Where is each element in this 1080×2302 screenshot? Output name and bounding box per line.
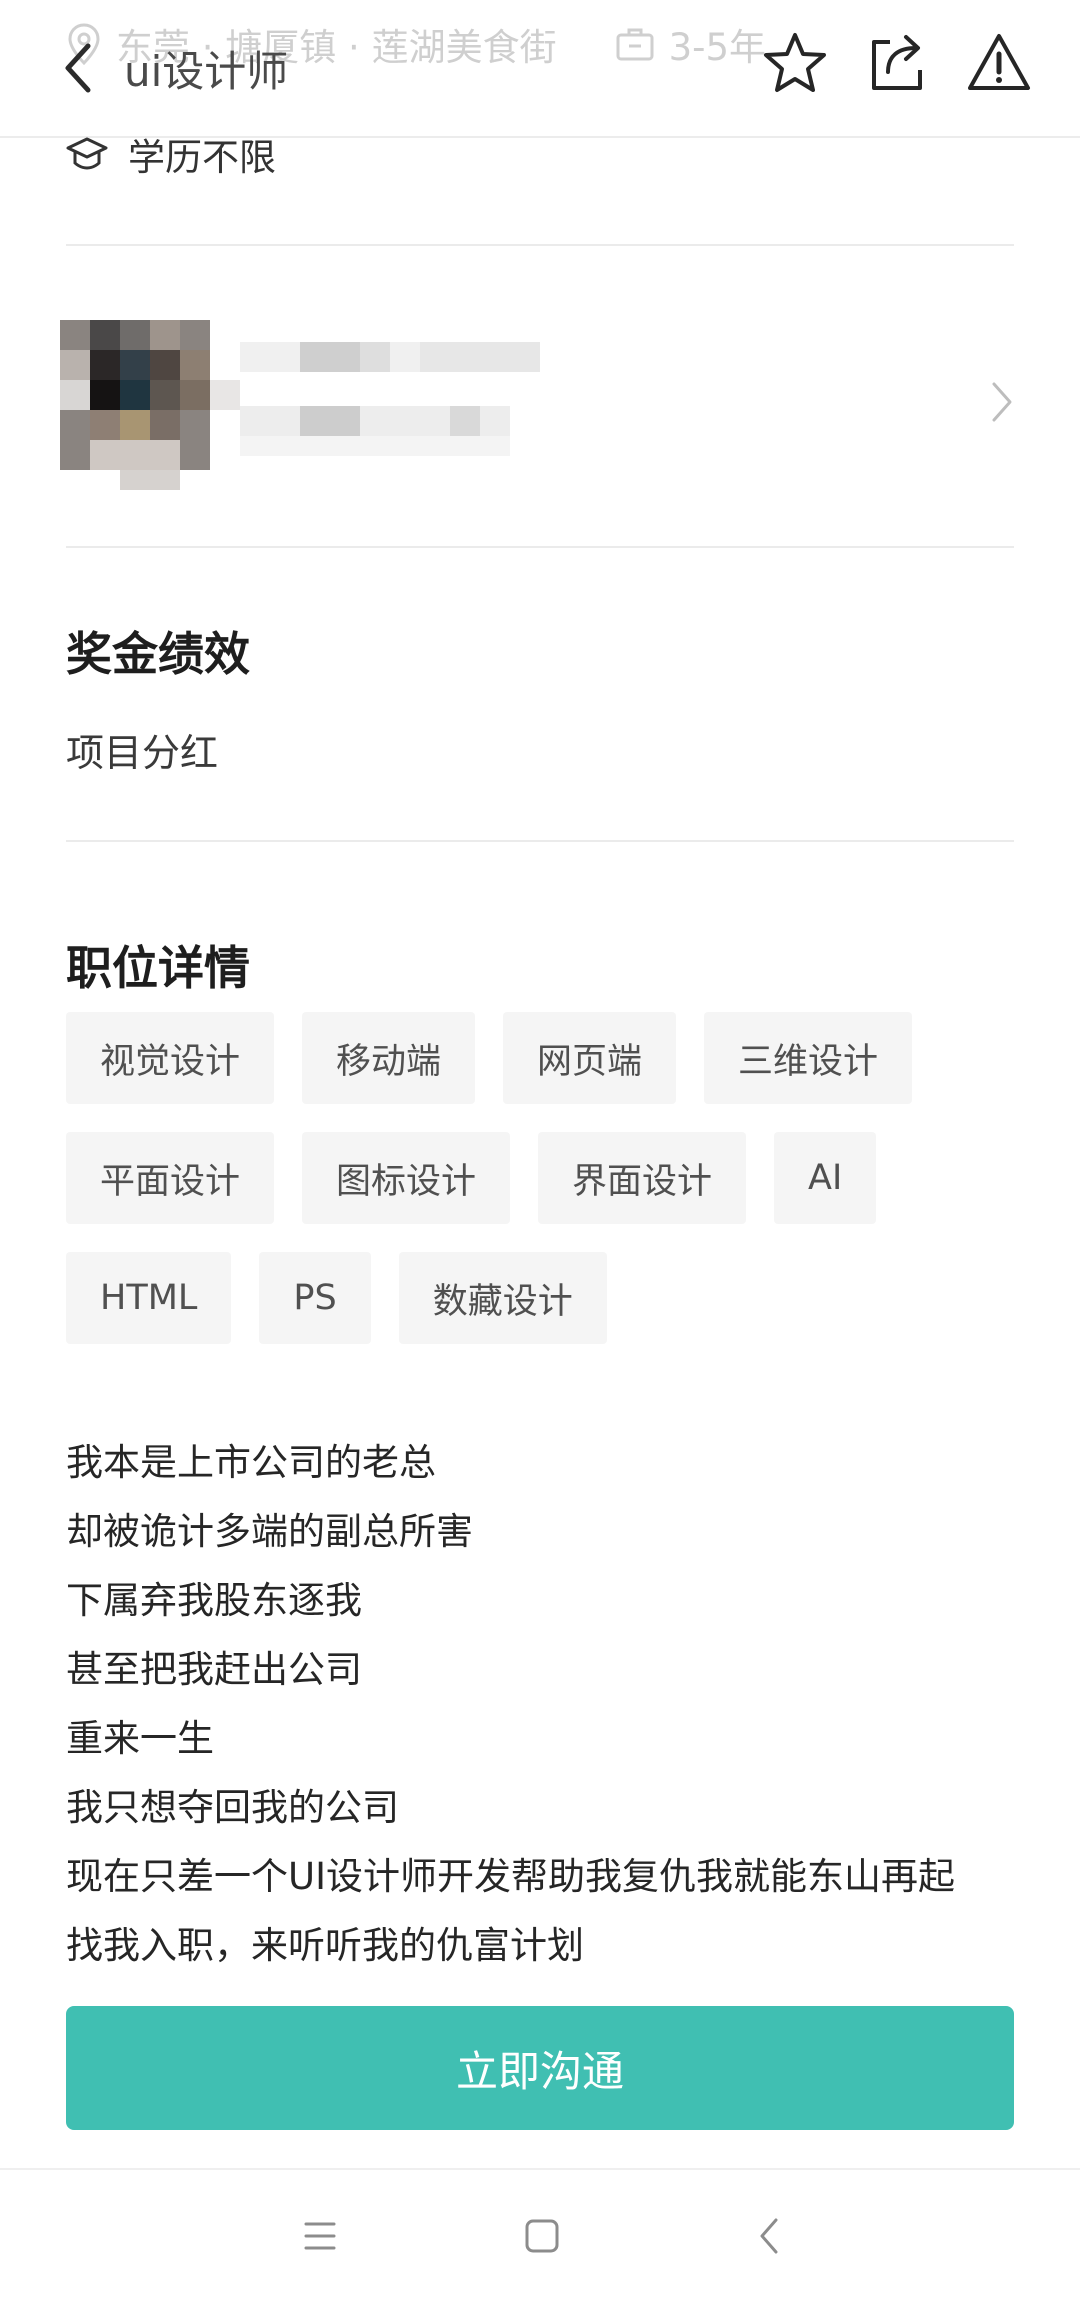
skill-tag[interactable]: PS: [259, 1252, 371, 1344]
back-chevron-icon[interactable]: [740, 2206, 800, 2266]
description-line: 重来一生: [66, 1717, 214, 1760]
skill-tag[interactable]: 移动端: [302, 1012, 476, 1104]
header-actions: [726, 30, 1032, 96]
system-nav-bar: [0, 2168, 1080, 2302]
report-warning-icon[interactable]: [966, 30, 1032, 96]
job-detail-section-title: 职位详情: [66, 941, 250, 995]
title-row: ui设计师: [60, 36, 288, 100]
divider: [66, 840, 1014, 842]
recruiter-card[interactable]: [0, 246, 1080, 546]
description-line: 现在只差一个UI设计师开发帮助我复仇我就能东山再起: [66, 1855, 955, 1898]
share-icon[interactable]: [864, 30, 930, 96]
page-title: ui设计师: [124, 46, 289, 96]
bonus-text: 项目分红: [66, 731, 219, 775]
menu-icon[interactable]: [290, 2206, 350, 2266]
back-arrow-icon[interactable]: [60, 40, 96, 96]
education-requirement: 学历不限: [66, 126, 276, 182]
skill-tag[interactable]: 网页端: [503, 1012, 677, 1104]
skill-tag[interactable]: 视觉设计: [66, 1012, 275, 1104]
skill-tag[interactable]: 平面设计: [66, 1132, 275, 1224]
skill-tag[interactable]: HTML: [66, 1252, 232, 1344]
briefcase-icon: [616, 28, 654, 61]
skill-tag[interactable]: 图标设计: [302, 1132, 511, 1224]
description-line: 我只想夺回我的公司: [66, 1786, 399, 1829]
skill-tags: 视觉设计 移动端 网页端 三维设计 平面设计 图标设计 界面设计 AI HTML…: [66, 1012, 1026, 1372]
divider: [66, 546, 1014, 548]
education-text: 学历不限: [128, 136, 276, 179]
skill-tag[interactable]: AI: [774, 1132, 877, 1224]
job-detail-page: 东莞 · 塘厦镇 · 莲湖美食街 3-5年 ui设计师 学历不限 奖金绩效 项目…: [0, 0, 1080, 2302]
job-description: 我本是上市公司的老总 却被诡计多端的副总所害 下属弃我股东逐我 甚至把我赶出公司…: [66, 1428, 1026, 1980]
skill-tag[interactable]: 三维设计: [704, 1012, 913, 1104]
description-line: 找我入职，来听听我的仇富计划: [66, 1924, 584, 1967]
tag-row: HTML PS 数藏设计: [66, 1252, 1026, 1344]
home-square-icon[interactable]: [512, 2206, 572, 2266]
description-line: 却被诡计多端的副总所害: [66, 1510, 473, 1553]
chat-now-button[interactable]: 立即沟通: [66, 2006, 1014, 2130]
skill-tag[interactable]: 界面设计: [538, 1132, 747, 1224]
tag-row: 视觉设计 移动端 网页端 三维设计: [66, 1012, 1026, 1104]
skill-tag[interactable]: 数藏设计: [398, 1252, 607, 1344]
graduation-cap-icon: [66, 137, 108, 170]
chevron-right-icon: [992, 382, 1012, 422]
description-line: 我本是上市公司的老总: [66, 1441, 436, 1484]
tag-row: 平面设计 图标设计 界面设计 AI: [66, 1132, 1026, 1224]
top-app-bar: 东莞 · 塘厦镇 · 莲湖美食街 3-5年 ui设计师: [0, 0, 1080, 138]
description-line: 甚至把我赶出公司: [66, 1648, 362, 1691]
description-line: 下属弃我股东逐我: [66, 1579, 362, 1622]
bonus-section-title: 奖金绩效: [66, 627, 250, 681]
star-icon[interactable]: [762, 30, 828, 96]
